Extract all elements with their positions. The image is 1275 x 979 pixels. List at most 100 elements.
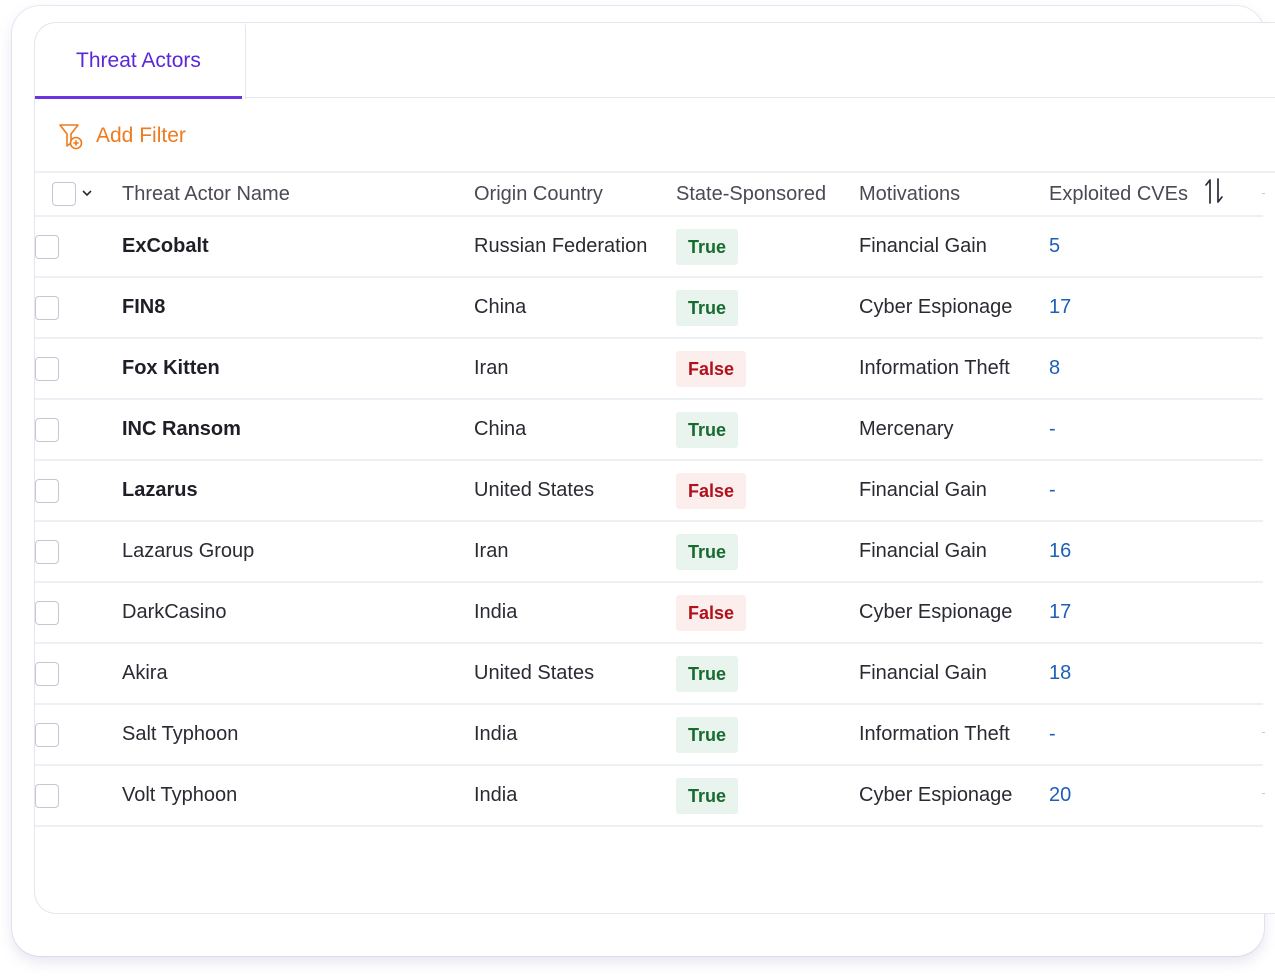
table-row[interactable]: Fox Kitten Iran False Information Theft 8 — [35, 338, 1263, 399]
status-badge: True — [676, 289, 739, 326]
exploited-cves-cell: - — [1049, 704, 1263, 765]
table-row[interactable]: Lazarus United States False Financial Gain - — [35, 460, 1263, 521]
actor-name[interactable]: ExCobalt — [122, 235, 209, 257]
status-badge: True — [676, 777, 739, 814]
row-checkbox[interactable] — [35, 478, 59, 503]
exploited-cves-link[interactable]: 17 — [1049, 601, 1071, 623]
row-checkbox[interactable] — [35, 234, 59, 259]
origin-country: Iran — [474, 540, 509, 562]
column-header-cves-label: Exploited CVEs — [1049, 182, 1188, 205]
table-row[interactable]: Salt Typhoon India True Information Theft - — [35, 704, 1263, 765]
column-header-state-sponsored[interactable]: State-Sponsored — [676, 173, 859, 216]
add-filter-button[interactable]: Add Filter — [58, 118, 186, 154]
status-badge: False — [676, 472, 747, 509]
motivation: Mercenary — [859, 418, 954, 440]
row-checkbox[interactable] — [35, 356, 59, 381]
row-select-cell — [35, 338, 122, 399]
actor-name-cell: ExCobalt — [122, 216, 474, 277]
table-row[interactable]: Akira United States True Financial Gain 18 — [35, 643, 1263, 704]
exploited-cves-link[interactable]: 5 — [1049, 235, 1060, 257]
exploited-cves-cell: 20 — [1049, 765, 1263, 826]
column-header-motivations[interactable]: Motivations — [859, 173, 1049, 216]
row-checkbox[interactable] — [35, 600, 59, 625]
row-checkbox[interactable] — [35, 722, 59, 747]
state-sponsored-cell: True — [676, 765, 859, 826]
exploited-cves-link[interactable]: 17 — [1049, 296, 1071, 318]
active-tab-indicator — [35, 96, 242, 99]
status-badge: True — [676, 533, 739, 570]
row-checkbox[interactable] — [35, 783, 59, 808]
exploited-cves-link[interactable]: 18 — [1049, 662, 1071, 684]
exploited-cves-cell: 16 — [1049, 521, 1263, 582]
row-select-cell — [35, 582, 122, 643]
filter-add-icon — [58, 122, 84, 150]
actor-name-cell: Salt Typhoon — [122, 704, 474, 765]
tab-threat-actors[interactable]: Threat Actors — [35, 23, 242, 99]
column-header-country[interactable]: Origin Country — [474, 173, 676, 216]
state-sponsored-cell: False — [676, 338, 859, 399]
row-select-cell — [35, 704, 122, 765]
status-badge: False — [676, 594, 747, 631]
select-all-checkbox[interactable] — [52, 182, 76, 206]
row-checkbox[interactable] — [35, 295, 59, 320]
exploited-cves-link[interactable]: - — [1049, 723, 1056, 745]
exploited-cves-link[interactable]: - — [1049, 418, 1056, 440]
status-badge: True — [676, 655, 739, 692]
row-checkbox[interactable] — [35, 539, 59, 564]
add-filter-label: Add Filter — [96, 124, 186, 147]
column-header-exploited-cves[interactable]: Exploited CVEs — [1049, 173, 1263, 216]
exploited-cves-link[interactable]: 20 — [1049, 784, 1071, 806]
exploited-cves-link[interactable]: 8 — [1049, 357, 1060, 379]
origin-country: United States — [474, 662, 595, 684]
row-select-cell — [35, 765, 122, 826]
actor-name-cell: INC Ransom — [122, 399, 474, 460]
state-sponsored-cell: True — [676, 399, 859, 460]
state-sponsored-cell: True — [676, 643, 859, 704]
actor-name[interactable]: Volt Typhoon — [122, 784, 237, 806]
motivation: Financial Gain — [859, 540, 987, 562]
sort-icon[interactable] — [1204, 177, 1224, 211]
exploited-cves-link[interactable]: 16 — [1049, 540, 1071, 562]
table-row[interactable]: FIN8 China True Cyber Espionage 17 — [35, 277, 1263, 338]
row-select-cell — [35, 216, 122, 277]
table-row[interactable]: DarkCasino India False Cyber Espionage 17 — [35, 582, 1263, 643]
tab-divider — [246, 97, 1275, 98]
state-sponsored-cell: True — [676, 704, 859, 765]
actor-name-cell: Lazarus Group — [122, 521, 474, 582]
column-header-name[interactable]: Threat Actor Name — [122, 173, 474, 216]
state-sponsored-cell: False — [676, 582, 859, 643]
motivation: Cyber Espionage — [859, 601, 1013, 623]
table-row[interactable]: Volt Typhoon India True Cyber Espionage 20 — [35, 765, 1263, 826]
actor-name[interactable]: Fox Kitten — [122, 357, 220, 379]
select-all-cell — [35, 173, 122, 216]
exploited-cves-link[interactable]: - — [1049, 479, 1056, 501]
actor-name[interactable]: Akira — [122, 662, 168, 684]
actor-name-cell: Akira — [122, 643, 474, 704]
row-checkbox[interactable] — [35, 661, 59, 686]
row-checkbox[interactable] — [35, 417, 59, 442]
table-row[interactable]: INC Ransom China True Mercenary - — [35, 399, 1263, 460]
actor-name-cell: Volt Typhoon — [122, 765, 474, 826]
state-sponsored-cell: True — [676, 277, 859, 338]
state-sponsored-cell: True — [676, 216, 859, 277]
actor-name[interactable]: Lazarus Group — [122, 540, 254, 562]
origin-country: Iran — [474, 357, 509, 379]
actor-name[interactable]: Salt Typhoon — [122, 723, 238, 745]
exploited-cves-cell: 5 — [1049, 216, 1263, 277]
row-select-cell — [35, 643, 122, 704]
table-row[interactable]: Lazarus Group Iran True Financial Gain 16 — [35, 521, 1263, 582]
chevron-down-icon[interactable] — [80, 183, 94, 206]
origin-country: India — [474, 601, 518, 623]
exploited-cves-cell: 17 — [1049, 277, 1263, 338]
state-sponsored-cell: True — [676, 521, 859, 582]
actor-name[interactable]: INC Ransom — [122, 418, 241, 440]
table-row[interactable]: ExCobalt Russian Federation True Financial … — [35, 216, 1263, 277]
origin-country: United States — [474, 479, 595, 501]
motivation: Information Theft — [859, 723, 1010, 745]
origin-country: China — [474, 418, 527, 440]
actor-name[interactable]: FIN8 — [122, 296, 165, 318]
actor-name[interactable]: Lazarus — [122, 479, 198, 501]
actor-name[interactable]: DarkCasino — [122, 601, 226, 623]
exploited-cves-cell: 18 — [1049, 643, 1263, 704]
actor-name-cell: Fox Kitten — [122, 338, 474, 399]
